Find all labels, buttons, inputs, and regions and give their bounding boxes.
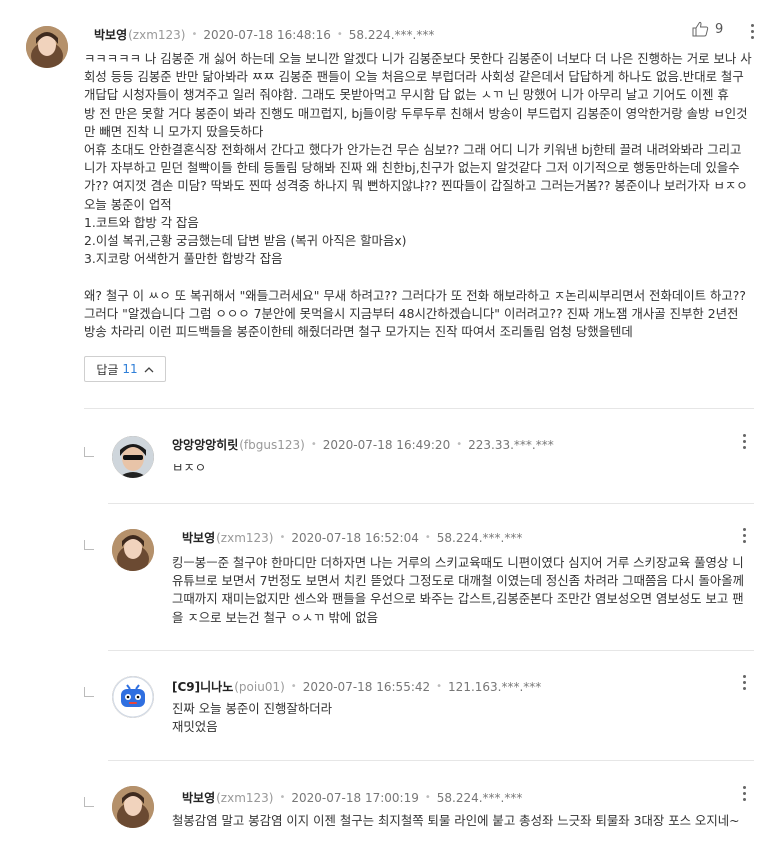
avatar[interactable] — [112, 529, 154, 571]
reply-author-id: (zxm123) — [216, 530, 274, 545]
reply-ip: 121.163.***.*** — [448, 679, 542, 694]
reply-meta: 박보영 (zxm123) • 2020-07-18 17:00:19 • 58.… — [182, 789, 522, 806]
separator-dot: • — [424, 532, 431, 543]
reply-line: ㅂㅈㅇ — [172, 460, 207, 475]
divider — [108, 650, 754, 651]
reply-author-nickname[interactable]: 앙앙앙앙히릿 — [172, 436, 238, 453]
reply-ip: 58.224.***.*** — [436, 790, 523, 805]
reply-arrow-icon — [84, 687, 94, 697]
comment-line: 회성 등등 김봉준 반만 닮아봐라 ㅉㅉ 김봉준 팬들이 오늘 처음으로 부럽더… — [84, 69, 744, 85]
reply-timestamp: 2020-07-18 16:49:20 — [322, 437, 451, 452]
reply-arrow-icon — [84, 447, 94, 457]
separator-dot: • — [290, 681, 297, 692]
reply-meta: [C9]니나노 (poiu01) • 2020-07-18 16:55:42 •… — [172, 678, 541, 695]
reply-arrow-icon — [84, 797, 94, 807]
reply-line: 킹ㅡ봉ㅡ준 철구야 한마디만 더하자면 나는 거루의 스키교육때도 니편이였다 … — [172, 555, 744, 570]
replies-count: 11 — [122, 362, 138, 376]
divider — [108, 503, 754, 504]
reply-body: ㅂㅈㅇ — [172, 459, 206, 477]
reply-author-id: (poiu01) — [234, 679, 285, 694]
separator-dot: • — [191, 29, 198, 40]
reply-author-nickname[interactable]: 박보영 — [182, 789, 215, 806]
reply-line: 그때까지 재미는없지만 센스와 팬들을 우선으로 봐주는 갑스트,김봉준본다 조… — [172, 591, 744, 607]
reply-line: 철봉감염 말고 봉감염 이지 이젠 철구는 최지철쪽 퇴물 라인에 붙고 총성좌… — [172, 813, 740, 828]
comment-line: 그러다 "알겠습니다 그럼 ㅇㅇㅇ 7분안에 못먹을시 지금부터 48시간하겠습… — [84, 305, 739, 321]
comment-line: 왜? 철구 이 ㅆㅇ 또 복귀해서 "왜들그러세요" 무새 하려고?? 그러다가… — [84, 287, 746, 303]
comment-line: 개답답 시청자들이 챙겨주고 일러 줘야함. 그래도 못받아먹고 무시함 답 없… — [84, 87, 729, 103]
reply-body: 철봉감염 말고 봉감염 이지 이젠 철구는 최지철쪽 퇴물 라인에 붙고 총성좌… — [172, 812, 740, 830]
separator-dot: • — [456, 439, 463, 450]
comment-line: 방송 차라리 이런 피드백들을 봉준이한테 해줬더라면 철구 모가지는 진작 따… — [84, 324, 633, 340]
more-options-icon[interactable] — [737, 527, 751, 543]
separator-dot: • — [279, 792, 286, 803]
reply-line: 진짜 오늘 봉준이 진행잘하더라 — [172, 701, 333, 716]
more-options-icon[interactable] — [745, 23, 759, 39]
reply-line: 을 ㅈ으로 보는건 철구 ㅇㅅㄲ 밖에 없음 — [172, 609, 379, 625]
reply-ip: 58.224.***.*** — [436, 530, 523, 545]
reply-author-nickname[interactable]: 박보영 — [182, 529, 215, 546]
comment-author-nickname[interactable]: 박보영 — [94, 26, 127, 43]
replies-label: 답글 — [96, 362, 119, 377]
comment-line — [84, 268, 752, 286]
separator-dot: • — [310, 439, 317, 450]
comment-meta: 박보영 (zxm123) • 2020-07-18 16:48:16 • 58.… — [94, 26, 434, 43]
more-options-icon[interactable] — [737, 433, 751, 449]
more-options-icon[interactable] — [737, 785, 751, 801]
like-button[interactable]: 9 — [692, 21, 723, 37]
comment-line: 니가 자부하고 믿던 철빡이들 한테 등돌림 당해봐 진짜 왜 친한bj,친구가… — [84, 160, 740, 176]
reply-author-id: (zxm123) — [216, 790, 274, 805]
divider — [84, 408, 754, 409]
thumbs-up-icon — [692, 21, 709, 37]
reply-body: 진짜 오늘 봉준이 진행잘하더라 재밋었음 — [172, 700, 332, 736]
comment-line: 방 전 만은 못할 거다 봉준이 봐라 진행도 매끄럽지, bj들이랑 두루두루… — [84, 105, 748, 121]
separator-dot: • — [436, 681, 443, 692]
comment-line: 1.코트와 합방 각 잡음 — [84, 214, 199, 230]
avatar[interactable] — [112, 436, 154, 478]
avatar[interactable] — [112, 786, 154, 828]
reply-author-nickname[interactable]: [C9]니나노 — [172, 678, 233, 695]
comment-line: 만 빼면 진착 니 모가지 땄을듯하다 — [84, 123, 264, 139]
comment-line: ㅋㅋㅋㅋㅋ 나 김봉준 개 싫어 하는데 오늘 보니깐 알겠다 니가 김봉준보다… — [84, 51, 752, 66]
reply-timestamp: 2020-07-18 16:55:42 — [302, 679, 431, 694]
avatar[interactable] — [112, 676, 154, 718]
reply-author-id: (fbgus123) — [239, 437, 305, 452]
separator-dot: • — [279, 532, 286, 543]
divider — [108, 760, 754, 761]
comment-ip: 58.224.***.*** — [348, 27, 435, 42]
reply-ip: 223.33.***.*** — [468, 437, 554, 452]
comment-line: 2.이설 복귀,근황 궁금했는데 답변 받음 (복귀 아직은 할마음x) — [84, 233, 407, 249]
comment-line: 가?? 여지껏 겸손 미담? 딱봐도 찐따 성격중 하나지 뭐 뻔하지않냐?? … — [84, 178, 748, 194]
chevron-up-icon — [144, 366, 154, 372]
reply-meta: 앙앙앙앙히릿 (fbgus123) • 2020-07-18 16:49:20 … — [172, 436, 554, 453]
reply-timestamp: 2020-07-18 17:00:19 — [291, 790, 419, 805]
comment-author-id: (zxm123) — [128, 27, 186, 42]
replies-toggle-button[interactable]: 답글 11 — [84, 356, 166, 382]
reply-arrow-icon — [84, 540, 94, 550]
reply-meta: 박보영 (zxm123) • 2020-07-18 16:52:04 • 58.… — [182, 529, 522, 546]
reply-timestamp: 2020-07-18 16:52:04 — [291, 530, 419, 545]
comment-body: ㅋㅋㅋㅋㅋ 나 김봉준 개 싫어 하는데 오늘 보니깐 알겠다 니가 김봉준보다… — [84, 50, 752, 341]
comment-line: 오늘 봉준이 업적 — [84, 196, 172, 212]
like-count: 9 — [715, 21, 724, 37]
reply-line: 유튜브로 보면서 7번정도 보면서 치킨 뜯었다 그정도로 대깨철 이였는데 정… — [172, 573, 745, 589]
comment-timestamp: 2020-07-18 16:48:16 — [203, 27, 331, 42]
reply-line: 재밋었음 — [172, 719, 218, 735]
comment-line: 3.지코랑 어색한거 풀만한 합방각 잡음 — [84, 251, 283, 267]
reply-body: 킹ㅡ봉ㅡ준 철구야 한마디만 더하자면 나는 거루의 스키교육때도 니편이였다 … — [172, 554, 744, 627]
separator-dot: • — [336, 29, 343, 40]
comment-line: 어휴 초대도 안한결혼식장 전화해서 간다고 했다가 안가는건 무슨 심보?? … — [84, 142, 742, 158]
avatar[interactable] — [26, 26, 68, 68]
more-options-icon[interactable] — [737, 674, 751, 690]
separator-dot: • — [424, 792, 431, 803]
